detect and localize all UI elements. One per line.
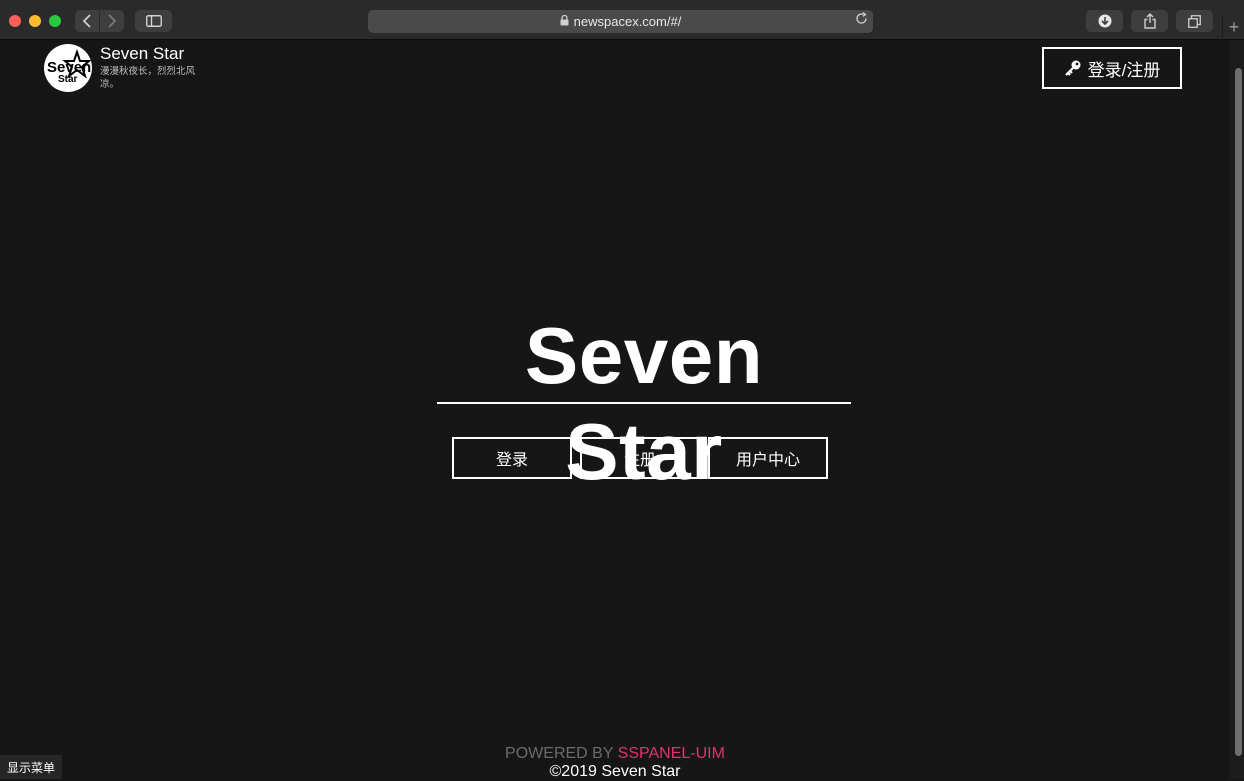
scrollbar-thumb[interactable] bbox=[1235, 68, 1242, 756]
sidebar-toggle-button[interactable] bbox=[135, 10, 172, 32]
minimize-window-button[interactable] bbox=[29, 15, 41, 27]
login-register-label: 登录/注册 bbox=[1087, 60, 1161, 80]
downloads-button[interactable] bbox=[1086, 10, 1123, 32]
lock-icon bbox=[560, 14, 569, 29]
register-button[interactable]: 注册 bbox=[580, 437, 700, 479]
sidebar-icon bbox=[145, 15, 162, 27]
tabs-icon bbox=[1188, 14, 1201, 28]
site-name[interactable]: Seven Star bbox=[100, 44, 184, 64]
svg-text:Star: Star bbox=[58, 74, 78, 85]
back-button[interactable] bbox=[75, 10, 99, 32]
copyright: ©2019 Seven Star bbox=[549, 763, 681, 780]
address-bar[interactable]: newspacex.com/#/ bbox=[368, 10, 873, 33]
user-center-button[interactable]: 用户中心 bbox=[708, 437, 828, 479]
back-icon bbox=[82, 14, 91, 28]
forward-button[interactable] bbox=[100, 10, 124, 32]
url-text: newspacex.com/#/ bbox=[573, 14, 682, 29]
site-logo[interactable]: Seven Star bbox=[44, 44, 92, 92]
zoom-window-button[interactable] bbox=[49, 15, 61, 27]
share-icon bbox=[1143, 13, 1156, 29]
site-slogan: 漫漫秋夜长，烈烈北风凉。 bbox=[100, 66, 196, 90]
show-tabs-button[interactable] bbox=[1176, 10, 1213, 32]
powered-prefix: POWERED BY bbox=[505, 745, 618, 762]
forward-icon bbox=[108, 14, 117, 28]
hero-title: Seven Star bbox=[437, 308, 851, 496]
close-window-button[interactable] bbox=[9, 15, 21, 27]
share-button[interactable] bbox=[1131, 10, 1168, 32]
seven-star-logo: Seven Star bbox=[47, 48, 92, 85]
download-icon bbox=[1098, 14, 1111, 28]
key-icon bbox=[1064, 59, 1082, 77]
browser-toolbar: newspacex.com/#/ + bbox=[0, 0, 1244, 40]
powered-brand-link[interactable]: SSPANEL-UIM bbox=[618, 745, 725, 762]
login-button[interactable]: 登录 bbox=[452, 437, 572, 479]
reload-icon[interactable] bbox=[855, 12, 868, 29]
new-tab-icon[interactable]: + bbox=[1222, 15, 1244, 40]
show-menu-button[interactable]: 显示菜单 bbox=[0, 755, 62, 779]
powered-by: POWERED BY SSPANEL-UIM bbox=[0, 745, 1230, 763]
login-register-button[interactable]: 登录/注册 bbox=[1042, 47, 1182, 89]
